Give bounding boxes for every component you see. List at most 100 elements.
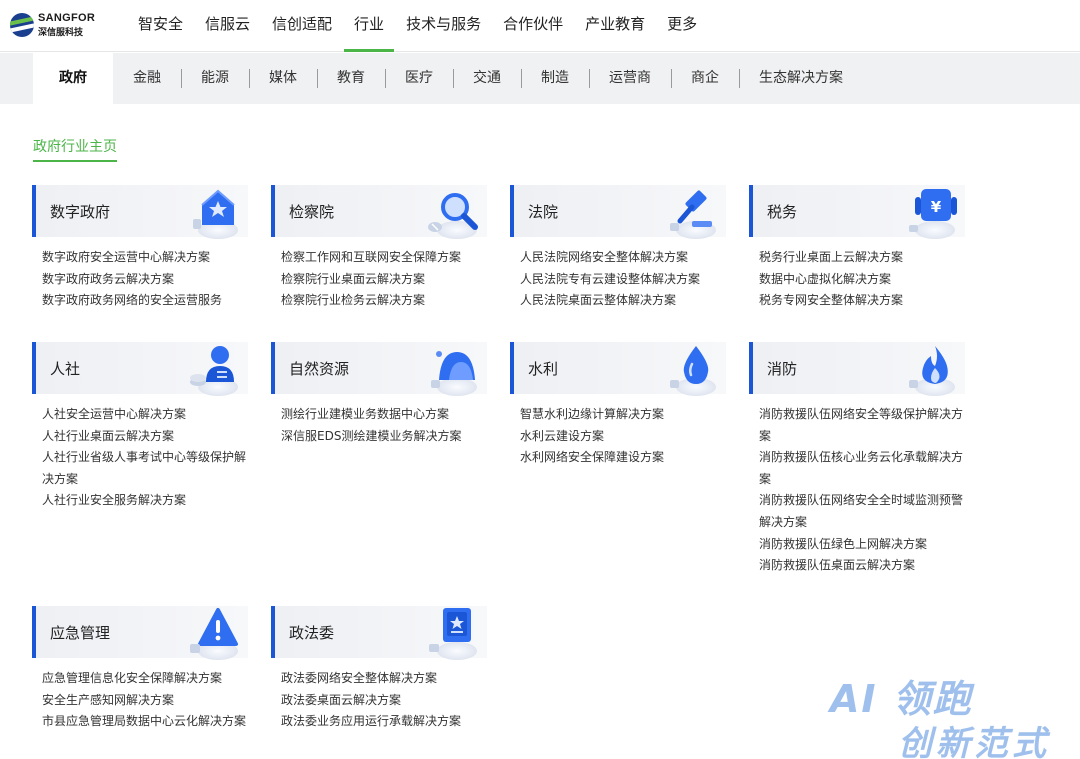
gavel-icon bbox=[662, 185, 724, 241]
card-header[interactable]: 法院 bbox=[510, 185, 726, 239]
solution-link[interactable]: 税务行业桌面上云解决方案 bbox=[759, 247, 971, 269]
solution-link[interactable]: 案 bbox=[759, 469, 971, 491]
solution-link[interactable]: 政法委网络安全整体解决方案 bbox=[281, 668, 493, 690]
nav-item-more[interactable]: 更多 bbox=[657, 0, 707, 52]
card-title: 数字政府 bbox=[50, 203, 111, 221]
card-header[interactable]: 应急管理 bbox=[32, 606, 248, 660]
page-title[interactable]: 政府行业主页 bbox=[33, 136, 117, 162]
solution-link[interactable]: 数字政府安全运营中心解决方案 bbox=[42, 247, 254, 269]
nav-item-security[interactable]: 智安全 bbox=[128, 0, 193, 52]
subnav-tab-carrier[interactable]: 运营商 bbox=[589, 53, 671, 104]
subnav-tab-energy[interactable]: 能源 bbox=[181, 53, 249, 104]
subnav-tab-government[interactable]: 政府 bbox=[33, 53, 113, 104]
solution-link[interactable]: 案 bbox=[759, 426, 971, 448]
solution-link[interactable]: 数据中心虚拟化解决方案 bbox=[759, 269, 971, 291]
card-title: 消防 bbox=[767, 360, 798, 378]
solution-link[interactable]: 市县应急管理局数据中心云化解决方案 bbox=[42, 711, 254, 733]
solution-link[interactable]: 检察院行业桌面云解决方案 bbox=[281, 269, 493, 291]
card-solution-list: 应急管理信息化安全保障解决方案 安全生产感知网解决方案 市县应急管理局数据中心云… bbox=[32, 668, 254, 733]
card-court: 法院 人民法院网络安全整体解决方案 人民法院专有云建设整体解决方案 人民法院桌面… bbox=[510, 185, 730, 312]
water-drop-icon bbox=[662, 342, 724, 398]
solution-link[interactable]: 数字政府政务网络的安全运营服务 bbox=[42, 290, 254, 312]
card-header[interactable]: 检察院 bbox=[271, 185, 487, 239]
subnav-tab-medical[interactable]: 医疗 bbox=[385, 53, 453, 104]
card-solution-list: 人社安全运营中心解决方案 人社行业桌面云解决方案 人社行业省级人事考试中心等级保… bbox=[32, 404, 254, 512]
solution-link[interactable]: 消防救援队伍桌面云解决方案 bbox=[759, 555, 971, 577]
card-solution-list: 测绘行业建模业务数据中心方案 深信服EDS测绘建模业务解决方案 bbox=[271, 404, 493, 447]
solution-link[interactable]: 消防救援队伍网络安全全时域监测预警 bbox=[759, 490, 971, 512]
card-solution-list: 税务行业桌面上云解决方案 数据中心虚拟化解决方案 税务专网安全整体解决方案 bbox=[749, 247, 971, 312]
solution-link[interactable]: 人民法院桌面云整体解决方案 bbox=[520, 290, 732, 312]
solution-link[interactable]: 水利云建设方案 bbox=[520, 426, 732, 448]
magnifier-icon bbox=[423, 185, 485, 241]
logo-text-cn: 深信服科技 bbox=[38, 28, 84, 38]
watermark-line2: 创新范式 bbox=[898, 724, 1050, 759]
nav-item-industry[interactable]: 行业 bbox=[344, 0, 395, 52]
main-nav: 智安全 信服云 信创适配 行业 技术与服务 合作伙伴 产业教育 更多 bbox=[128, 0, 709, 52]
solution-link[interactable]: 人社行业省级人事考试中心等级保护解 bbox=[42, 447, 254, 469]
card-fire-rescue: 消防 消防救援队伍网络安全等级保护解决方 案 消防救援队伍核心业务云化承载解决方… bbox=[749, 342, 969, 577]
solution-link[interactable]: 人社行业安全服务解决方案 bbox=[42, 490, 254, 512]
card-solution-list: 政法委网络安全整体解决方案 政法委桌面云解决方案 政法委业务应用运行承载解决方案 bbox=[271, 668, 493, 733]
card-title: 自然资源 bbox=[289, 360, 350, 378]
solution-link[interactable]: 检察院行业检务云解决方案 bbox=[281, 290, 493, 312]
solution-link[interactable]: 检察工作网和互联网安全保障方案 bbox=[281, 247, 493, 269]
mountain-icon bbox=[423, 342, 485, 398]
card-solution-list: 智慧水利边缘计算解决方案 水利云建设方案 水利网络安全保障建设方案 bbox=[510, 404, 732, 469]
solution-link[interactable]: 人社安全运营中心解决方案 bbox=[42, 404, 254, 426]
person-icon bbox=[184, 342, 246, 398]
solution-link[interactable]: 税务专网安全整体解决方案 bbox=[759, 290, 971, 312]
card-header[interactable]: 税务 ¥ bbox=[749, 185, 965, 239]
solution-link[interactable]: 深信服EDS测绘建模业务解决方案 bbox=[281, 426, 493, 448]
logo-text-en: SANGFOR bbox=[38, 12, 96, 24]
solution-link[interactable]: 政法委桌面云解决方案 bbox=[281, 690, 493, 712]
card-header[interactable]: 水利 bbox=[510, 342, 726, 396]
solution-link[interactable]: 解决方案 bbox=[759, 512, 971, 534]
nav-item-xinchuang[interactable]: 信创适配 bbox=[262, 0, 342, 52]
solution-link[interactable]: 水利网络安全保障建设方案 bbox=[520, 447, 732, 469]
solution-link[interactable]: 数字政府政务云解决方案 bbox=[42, 269, 254, 291]
solution-link[interactable]: 人民法院专有云建设整体解决方案 bbox=[520, 269, 732, 291]
solution-link[interactable]: 人民法院网络安全整体解决方案 bbox=[520, 247, 732, 269]
house-star-icon bbox=[184, 185, 246, 241]
card-natural-resources: 自然资源 测绘行业建模业务数据中心方案 深信服EDS测绘建模业务解决方案 bbox=[271, 342, 491, 447]
sangfor-logo-mark-icon bbox=[10, 13, 34, 37]
card-title: 检察院 bbox=[289, 203, 335, 221]
card-title: 政法委 bbox=[289, 624, 335, 642]
card-header[interactable]: 消防 bbox=[749, 342, 965, 396]
card-header[interactable]: 人社 bbox=[32, 342, 248, 396]
solution-link[interactable]: 政法委业务应用运行承载解决方案 bbox=[281, 711, 493, 733]
nav-item-partners[interactable]: 合作伙伴 bbox=[493, 0, 573, 52]
nav-item-cloud[interactable]: 信服云 bbox=[195, 0, 260, 52]
solution-link[interactable]: 人社行业桌面云解决方案 bbox=[42, 426, 254, 448]
card-human-resources: 人社 人社安全运营中心解决方案 人社行业桌面云解决方案 人社行业省级人事考试中心… bbox=[32, 342, 252, 512]
subnav-tab-enterprise[interactable]: 商企 bbox=[671, 53, 739, 104]
solution-link[interactable]: 测绘行业建模业务数据中心方案 bbox=[281, 404, 493, 426]
nav-item-education[interactable]: 产业教育 bbox=[575, 0, 655, 52]
card-header[interactable]: 政法委 bbox=[271, 606, 487, 660]
industry-subnav: 政府 金融 能源 媒体 教育 医疗 交通 制造 运营商 商企 生态解决方案 bbox=[33, 53, 863, 104]
solution-link[interactable]: 安全生产感知网解决方案 bbox=[42, 690, 254, 712]
subnav-tab-finance[interactable]: 金融 bbox=[113, 53, 181, 104]
solution-link[interactable]: 决方案 bbox=[42, 469, 254, 491]
svg-text:¥: ¥ bbox=[931, 198, 942, 216]
card-title: 法院 bbox=[528, 203, 559, 221]
subnav-tab-manufacturing[interactable]: 制造 bbox=[521, 53, 589, 104]
solution-link[interactable]: 消防救援队伍绿色上网解决方案 bbox=[759, 534, 971, 556]
solution-link[interactable]: 应急管理信息化安全保障解决方案 bbox=[42, 668, 254, 690]
nav-item-tech-service[interactable]: 技术与服务 bbox=[396, 0, 491, 52]
subnav-tab-ecosystem[interactable]: 生态解决方案 bbox=[739, 53, 863, 104]
solution-link[interactable]: 消防救援队伍网络安全等级保护解决方 bbox=[759, 404, 971, 426]
card-header[interactable]: 数字政府 bbox=[32, 185, 248, 239]
solution-link[interactable]: 消防救援队伍核心业务云化承载解决方 bbox=[759, 447, 971, 469]
subnav-tab-education[interactable]: 教育 bbox=[317, 53, 385, 104]
subnav-tab-transport[interactable]: 交通 bbox=[453, 53, 521, 104]
card-digital-government: 数字政府 数字政府安全运营中心解决方案 数字政府政务云解决方案 数字政府政务网络… bbox=[32, 185, 252, 312]
card-header[interactable]: 自然资源 bbox=[271, 342, 487, 396]
subnav-tab-media[interactable]: 媒体 bbox=[249, 53, 317, 104]
solution-link[interactable]: 智慧水利边缘计算解决方案 bbox=[520, 404, 732, 426]
card-water-conservancy: 水利 智慧水利边缘计算解决方案 水利云建设方案 水利网络安全保障建设方案 bbox=[510, 342, 730, 469]
sangfor-logo[interactable]: SANGFOR 深信服科技 bbox=[10, 11, 100, 39]
card-title: 水利 bbox=[528, 360, 559, 378]
card-solution-list: 消防救援队伍网络安全等级保护解决方 案 消防救援队伍核心业务云化承载解决方 案 … bbox=[749, 404, 971, 577]
